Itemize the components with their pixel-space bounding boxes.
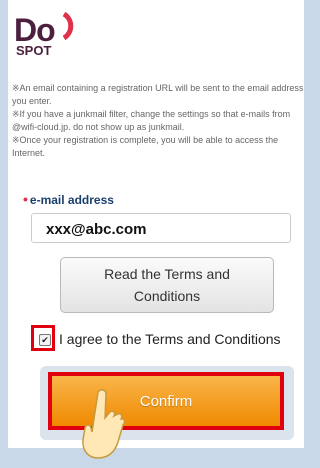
signal-arc-icon — [62, 11, 74, 40]
agree-row: ✔ I agree to the Terms and Conditions — [31, 325, 316, 355]
agree-checkbox[interactable]: ✔ — [39, 334, 51, 346]
checkbox-highlight: ✔ — [31, 325, 55, 351]
agree-label[interactable]: I agree to the Terms and Conditions — [59, 331, 281, 347]
registration-panel: Do SPOT ※An email containing a registrat… — [8, 0, 304, 459]
dospot-logo: Do SPOT — [14, 8, 94, 60]
email-input-value: xxx@abc.com — [46, 221, 147, 238]
registration-notes: ※An email containing a registration URL … — [12, 82, 308, 160]
note-line: ※Once your registration is complete, you… — [12, 135, 279, 158]
logo-text-do: Do — [14, 12, 56, 48]
note-line: ※An email containing a registration URL … — [12, 83, 304, 106]
email-label-text: e-mail address — [29, 193, 114, 207]
email-label: • e-mail address — [23, 191, 114, 207]
pointing-hand-icon — [82, 389, 126, 459]
required-dot-icon: • — [23, 191, 28, 207]
read-terms-button[interactable]: Read the Terms and Conditions — [60, 257, 274, 313]
note-line: ※If you have a junkmail filter, change t… — [12, 109, 291, 132]
logo-text-spot: SPOT — [16, 43, 52, 58]
email-input[interactable]: xxx@abc.com — [31, 213, 291, 243]
